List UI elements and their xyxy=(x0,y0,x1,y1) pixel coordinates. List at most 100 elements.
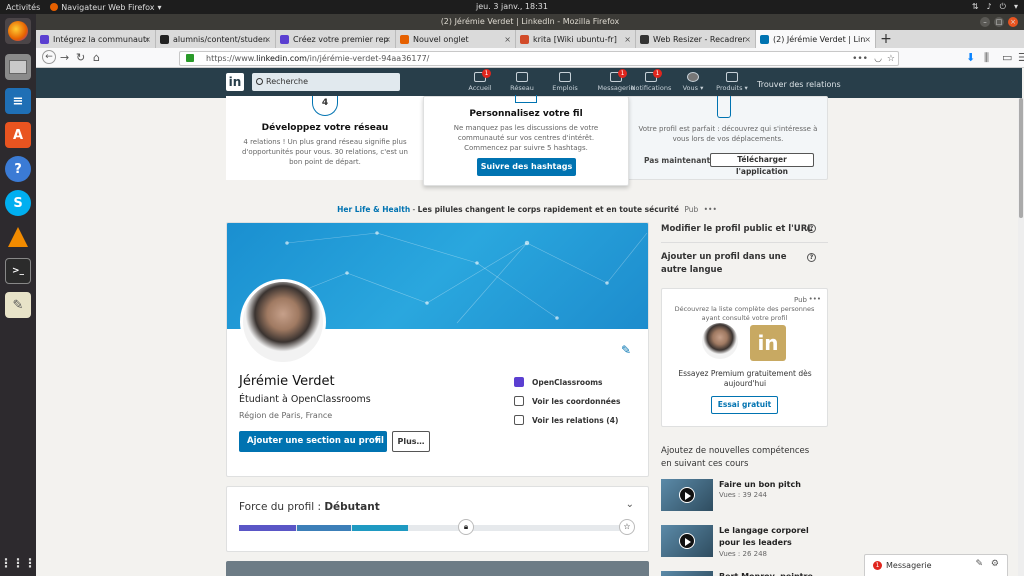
course-item[interactable]: Le langage corporel pour les leaders Vues… xyxy=(661,525,828,567)
browser-tab[interactable]: Créez votre premier rep × xyxy=(276,30,396,48)
more-button[interactable]: Plus… xyxy=(392,431,430,452)
close-window-button[interactable]: × xyxy=(1008,17,1018,27)
profile-side-link[interactable]: Voir les coordonnées xyxy=(514,396,620,406)
dock-files[interactable] xyxy=(5,54,31,80)
messaging-widget[interactable]: 1 Messagerie ✎ ⚙ xyxy=(864,554,1008,576)
dock-writer[interactable]: ≡ xyxy=(5,88,31,114)
add-language-profile-link[interactable]: Ajouter un profil dans une autre langue? xyxy=(661,251,816,277)
free-trial-button[interactable]: Essai gratuit xyxy=(711,396,778,414)
download-app-button[interactable]: Télécharger l'application xyxy=(710,153,814,176)
course-title[interactable]: Le langage corporel pour les leaders xyxy=(719,525,827,549)
close-tab-icon[interactable]: × xyxy=(264,35,271,44)
edit-pencil-icon[interactable]: ✎ xyxy=(621,343,631,357)
find-connections-link[interactable]: Trouver des relations xyxy=(757,80,841,89)
ad-more[interactable]: ••• xyxy=(809,295,821,303)
dock-software[interactable]: A xyxy=(5,122,31,148)
notification-badge: 1 xyxy=(653,69,662,78)
browser-tab[interactable]: krita [Wiki ubuntu-fr] × xyxy=(516,30,636,48)
url-domain: linkedin.com xyxy=(256,54,307,63)
dock-vlc[interactable] xyxy=(5,224,31,250)
maximize-button[interactable]: □ xyxy=(994,17,1004,27)
side-link-label: OpenClassrooms xyxy=(532,377,603,387)
edit-public-profile-link[interactable]: Modifier le profil public et l'URL? xyxy=(661,224,828,234)
course-title[interactable]: Faire un bon pitch xyxy=(719,479,827,491)
chevron-down-icon[interactable]: ⌄ xyxy=(626,499,634,510)
course-title[interactable]: Bert Monroy, peintre xyxy=(719,571,827,576)
search-input[interactable]: Recherche xyxy=(252,73,400,91)
profile-location: Région de Paris, France xyxy=(239,411,333,420)
ad-sponsor[interactable]: Her Life & Health xyxy=(337,205,410,214)
close-tab-icon[interactable]: × xyxy=(864,35,871,44)
browser-tab[interactable]: Intégrez la communauté × xyxy=(36,30,156,48)
favicon-icon xyxy=(640,34,649,44)
scrollbar-thumb[interactable] xyxy=(1019,98,1023,218)
dock-show-apps[interactable]: ⋮⋮⋮ xyxy=(0,550,36,576)
help-icon[interactable]: ? xyxy=(807,224,816,233)
favicon-icon xyxy=(760,34,769,44)
activities-button[interactable]: Activités xyxy=(6,3,40,12)
back-button[interactable]: ← xyxy=(42,50,56,64)
pocket-icon[interactable]: ◡ xyxy=(874,53,882,66)
linkedin-logo[interactable]: in xyxy=(226,73,244,91)
app-menu[interactable]: Navigateur Web Firefox ▾ xyxy=(50,3,162,12)
browser-tab[interactable]: (2) Jérémie Verdet | Lin × xyxy=(756,30,876,48)
minimize-button[interactable]: – xyxy=(980,17,990,27)
url-bar[interactable]: https://www.linkedin.com/in/jérémie-verd… xyxy=(179,51,899,66)
follow-hashtags-button[interactable]: Suivre des hashtags xyxy=(477,158,576,176)
ad-banner[interactable]: Her Life & Health - Les pilules changent… xyxy=(226,205,828,214)
compose-icon[interactable]: ✎ xyxy=(975,559,983,569)
library-icon[interactable]: ⫼ xyxy=(984,51,989,65)
page-actions-icon[interactable]: ••• xyxy=(852,53,868,66)
help-icon[interactable]: ? xyxy=(807,253,816,262)
not-now-link[interactable]: Pas maintenant xyxy=(644,156,710,165)
menu-icon[interactable]: ☰ xyxy=(1018,51,1024,64)
dock-firefox[interactable] xyxy=(5,18,31,44)
sidebar-icon[interactable]: ▭ xyxy=(1002,51,1012,64)
download-icon[interactable]: ⬇ xyxy=(966,51,975,64)
browser-tab[interactable]: alumnis/content/studen × xyxy=(156,30,276,48)
dock-terminal[interactable]: >_ xyxy=(5,258,31,284)
profile-side-link[interactable]: OpenClassrooms xyxy=(514,377,603,387)
bookmark-star-icon[interactable]: ☆ xyxy=(887,53,895,66)
window-titlebar: (2) Jérémie Verdet | LinkedIn - Mozilla … xyxy=(36,14,1024,30)
course-list: Faire un bon pitch Vues : 39 244 Le langag… xyxy=(661,479,828,576)
system-tray[interactable]: ⇅ ♪ ⏻ ▾ xyxy=(972,2,1018,12)
dock-skype[interactable]: S xyxy=(5,190,31,216)
nav-notifications[interactable]: 1 Notifications xyxy=(628,69,674,92)
vlc-icon xyxy=(8,227,28,247)
volume-icon: ♪ xyxy=(986,2,992,11)
close-tab-icon[interactable]: × xyxy=(624,35,631,44)
card-text: Ne manquez pas les discussions de votre … xyxy=(453,124,599,152)
course-thumbnail[interactable] xyxy=(661,525,713,557)
nav-products[interactable]: Produits ▾ xyxy=(709,72,755,92)
add-section-button[interactable]: Ajouter une section au profil ▾ xyxy=(239,431,387,452)
settings-gear-icon[interactable]: ⚙ xyxy=(991,559,999,569)
profile-avatar[interactable] xyxy=(240,279,326,365)
home-button[interactable]: ⌂ xyxy=(93,51,100,64)
course-thumbnail[interactable] xyxy=(661,479,713,511)
close-tab-icon[interactable]: × xyxy=(144,35,151,44)
dock-help[interactable]: ? xyxy=(5,156,31,182)
new-tab-button[interactable]: + xyxy=(876,30,896,48)
ad-more[interactable]: ••• xyxy=(704,205,717,214)
nav-jobs[interactable]: Emplois xyxy=(542,72,588,92)
browser-tab[interactable]: Nouvel onglet × xyxy=(396,30,516,48)
course-item[interactable]: Bert Monroy, peintre xyxy=(661,571,828,576)
dock-notes[interactable]: ✎ xyxy=(5,292,31,318)
close-tab-icon[interactable]: × xyxy=(384,35,391,44)
profile-side-link[interactable]: Voir les relations (4) xyxy=(514,415,618,425)
reload-button[interactable]: ↻ xyxy=(76,51,85,64)
course-item[interactable]: Faire un bon pitch Vues : 39 244 xyxy=(661,479,828,521)
close-tab-icon[interactable]: × xyxy=(504,35,511,44)
course-thumbnail[interactable] xyxy=(661,571,713,576)
ad-text[interactable]: Les pilules changent le corps rapidement… xyxy=(418,205,679,214)
contact-icon xyxy=(514,396,524,406)
onboarding-card-feed: Personnalisez votre fil Ne manquez pas l… xyxy=(423,95,629,186)
browser-tab[interactable]: Web Resizer - Recadrer e × xyxy=(636,30,756,48)
nav-network[interactable]: Réseau xyxy=(499,72,545,92)
close-tab-icon[interactable]: × xyxy=(744,35,751,44)
chevron-down-icon: ▾ xyxy=(1013,2,1018,11)
forward-button[interactable]: → xyxy=(60,51,69,64)
nav-home[interactable]: 1 Accueil xyxy=(457,69,503,92)
page-scrollbar[interactable] xyxy=(1018,98,1024,576)
